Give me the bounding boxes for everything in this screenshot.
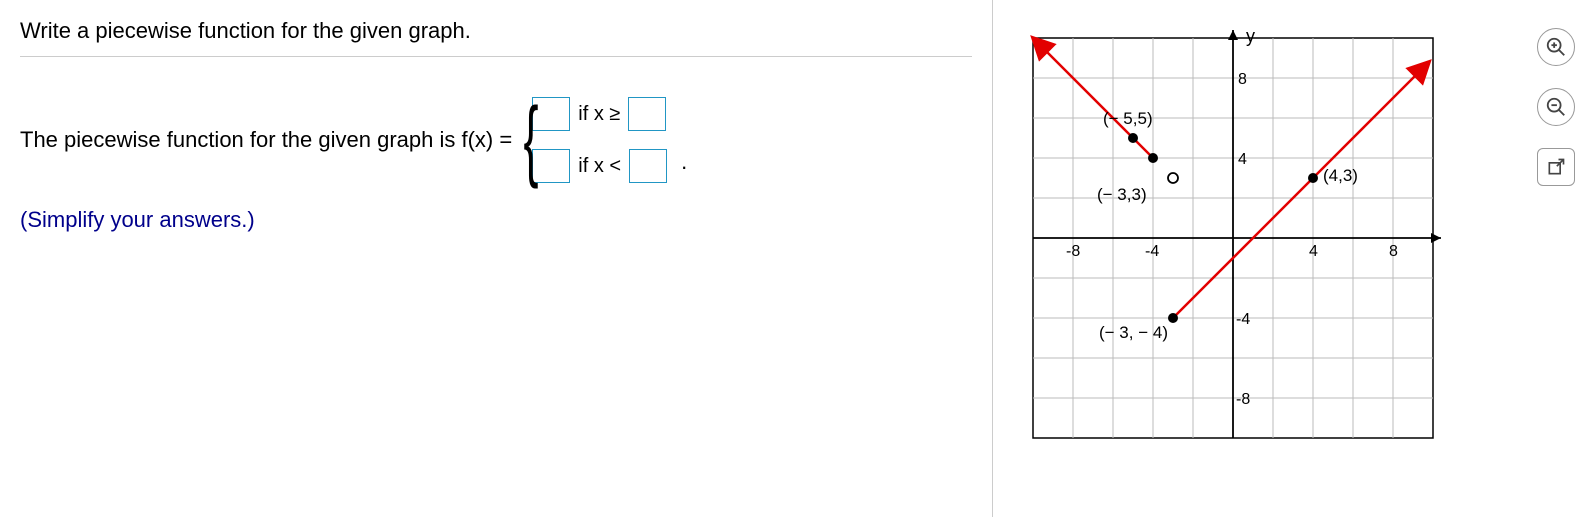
svg-text:(4,3): (4,3) <box>1323 166 1358 185</box>
svg-text:-8: -8 <box>1066 243 1080 260</box>
svg-text:4: 4 <box>1309 243 1318 260</box>
svg-text:4: 4 <box>1238 151 1247 168</box>
svg-text:8: 8 <box>1238 71 1247 88</box>
instruction: (Simplify your answers.) <box>20 207 972 233</box>
svg-text:-4: -4 <box>1145 243 1159 260</box>
cond1: if x ≥ <box>578 103 620 126</box>
zoom-out-button[interactable] <box>1537 88 1575 126</box>
svg-text:8: 8 <box>1389 243 1398 260</box>
question-title: Write a piecewise function for the given… <box>20 18 972 44</box>
svg-text:(− 3,3): (− 3,3) <box>1097 185 1147 204</box>
popout-button[interactable] <box>1537 148 1575 186</box>
svg-text:-8: -8 <box>1236 391 1250 408</box>
graph: y x -8 -4 4 8 8 4 -4 -8 <box>1023 28 1443 448</box>
zoom-out-icon <box>1545 96 1567 118</box>
y-axis-label: y <box>1246 28 1255 46</box>
svg-text:-4: -4 <box>1236 311 1250 328</box>
divider <box>20 56 972 57</box>
cond2: if x < <box>578 155 621 178</box>
zoom-in-icon <box>1545 36 1567 58</box>
period: . <box>681 149 687 183</box>
svg-text:(− 5,5): (− 5,5) <box>1103 109 1153 128</box>
popout-icon <box>1546 157 1566 177</box>
brace-icon: { <box>524 104 539 176</box>
zoom-in-button[interactable] <box>1537 28 1575 66</box>
input-bound-2[interactable] <box>629 149 667 183</box>
input-bound-1[interactable] <box>628 97 666 131</box>
svg-text:(− 3, − 4): (− 3, − 4) <box>1099 323 1168 342</box>
prompt-prefix: The piecewise function for the given gra… <box>20 127 512 153</box>
